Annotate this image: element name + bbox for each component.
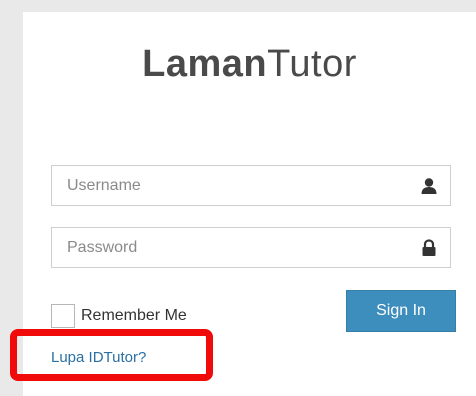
brand-bold: Laman [142,43,268,85]
password-field[interactable] [51,227,451,268]
lock-icon [422,239,436,256]
login-panel: LamanTutor Remember Me Sign In Lupa IDTu… [23,12,476,396]
sign-in-button[interactable]: Sign In [346,290,456,332]
remember-label: Remember Me [81,307,187,324]
username-field[interactable] [51,165,451,206]
username-input[interactable] [52,165,409,206]
user-icon [421,178,437,194]
password-input[interactable] [52,227,409,268]
forgot-idtutor-link[interactable]: Lupa IDTutor? [51,349,146,366]
remember-me[interactable]: Remember Me [51,303,187,329]
brand-light: Tutor [267,43,357,85]
remember-checkbox[interactable] [51,304,75,328]
brand-logo: LamanTutor [23,42,476,86]
